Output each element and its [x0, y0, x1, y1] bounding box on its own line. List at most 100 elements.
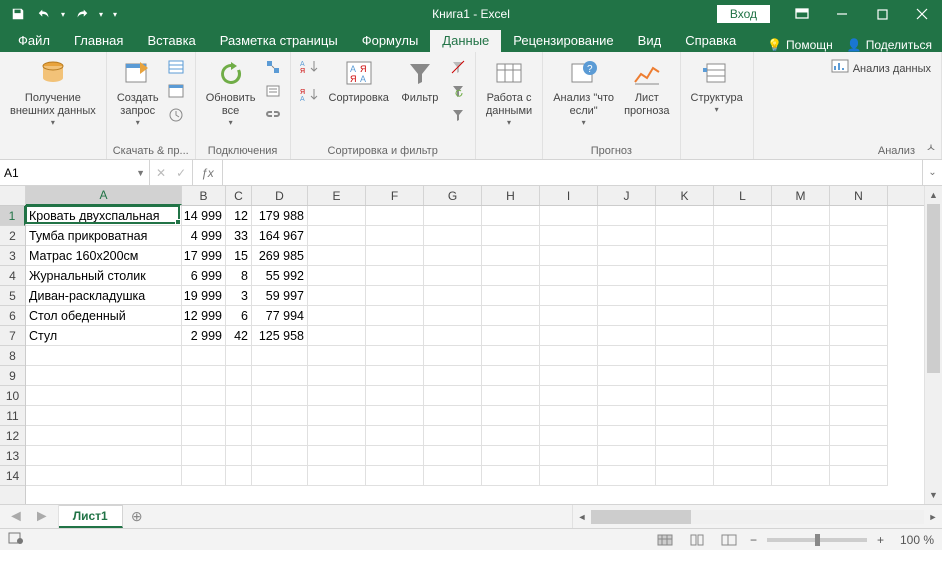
cell-C5[interactable]: 3	[226, 286, 252, 306]
cell-A11[interactable]	[26, 406, 182, 426]
col-header-B[interactable]: B	[182, 186, 226, 205]
cell-I9[interactable]	[540, 366, 598, 386]
filter-button[interactable]: Фильтр	[395, 56, 445, 107]
cell-M8[interactable]	[772, 346, 830, 366]
outline-button[interactable]: Структура ▾	[687, 56, 747, 116]
cell-A5[interactable]: Диван-раскладушка	[26, 286, 182, 306]
fx-label[interactable]: ƒx	[193, 160, 223, 185]
undo-dropdown[interactable]: ▾	[58, 2, 68, 26]
cell-H2[interactable]	[482, 226, 540, 246]
row-header-5[interactable]: 5	[0, 286, 25, 306]
row-header-11[interactable]: 11	[0, 406, 25, 426]
cell-A3[interactable]: Матрас 160х200см	[26, 246, 182, 266]
vertical-scrollbar[interactable]: ▲ ▼	[924, 186, 942, 504]
col-header-A[interactable]: A	[26, 186, 182, 205]
cell-B5[interactable]: 19 999	[182, 286, 226, 306]
row-header-8[interactable]: 8	[0, 346, 25, 366]
row-header-14[interactable]: 14	[0, 466, 25, 486]
cell-F12[interactable]	[366, 426, 424, 446]
tab-справка[interactable]: Справка	[673, 30, 748, 52]
cell-F9[interactable]	[366, 366, 424, 386]
tab-файл[interactable]: Файл	[6, 30, 62, 52]
sort-asc-button[interactable]: АЯ	[297, 56, 323, 78]
cell-E11[interactable]	[308, 406, 366, 426]
cell-E12[interactable]	[308, 426, 366, 446]
cell-G12[interactable]	[424, 426, 482, 446]
sort-button[interactable]: АЯЯА Сортировка	[325, 56, 393, 107]
sheet-tab-active[interactable]: Лист1	[59, 505, 123, 528]
cell-L5[interactable]	[714, 286, 772, 306]
scroll-up-button[interactable]: ▲	[925, 186, 942, 204]
cell-I11[interactable]	[540, 406, 598, 426]
row-header-6[interactable]: 6	[0, 306, 25, 326]
cell-D8[interactable]	[252, 346, 308, 366]
cell-C3[interactable]: 15	[226, 246, 252, 266]
cell-F10[interactable]	[366, 386, 424, 406]
undo-button[interactable]	[32, 2, 56, 26]
cell-M5[interactable]	[772, 286, 830, 306]
cell-N3[interactable]	[830, 246, 888, 266]
redo-dropdown[interactable]: ▾	[96, 2, 106, 26]
cell-J3[interactable]	[598, 246, 656, 266]
cell-G6[interactable]	[424, 306, 482, 326]
view-normal-button[interactable]	[654, 531, 676, 549]
cell-L4[interactable]	[714, 266, 772, 286]
cell-L3[interactable]	[714, 246, 772, 266]
cell-H8[interactable]	[482, 346, 540, 366]
row-header-12[interactable]: 12	[0, 426, 25, 446]
cell-C14[interactable]	[226, 466, 252, 486]
collapse-ribbon-button[interactable]: ㅅ	[926, 139, 936, 155]
cell-B12[interactable]	[182, 426, 226, 446]
cell-H9[interactable]	[482, 366, 540, 386]
vertical-scroll-thumb[interactable]	[927, 204, 940, 373]
cell-G5[interactable]	[424, 286, 482, 306]
col-header-C[interactable]: C	[226, 186, 252, 205]
cell-K2[interactable]	[656, 226, 714, 246]
cell-K11[interactable]	[656, 406, 714, 426]
cell-I3[interactable]	[540, 246, 598, 266]
cell-I6[interactable]	[540, 306, 598, 326]
cell-D7[interactable]: 125 958	[252, 326, 308, 346]
tab-формулы[interactable]: Формулы	[350, 30, 431, 52]
cell-H14[interactable]	[482, 466, 540, 486]
cell-G4[interactable]	[424, 266, 482, 286]
cell-M12[interactable]	[772, 426, 830, 446]
cell-K6[interactable]	[656, 306, 714, 326]
cell-D11[interactable]	[252, 406, 308, 426]
cell-L2[interactable]	[714, 226, 772, 246]
col-header-L[interactable]: L	[714, 186, 772, 205]
cell-N13[interactable]	[830, 446, 888, 466]
cell-A10[interactable]	[26, 386, 182, 406]
cell-L6[interactable]	[714, 306, 772, 326]
cell-D12[interactable]	[252, 426, 308, 446]
cell-D13[interactable]	[252, 446, 308, 466]
cell-K8[interactable]	[656, 346, 714, 366]
advanced-filter-button[interactable]	[447, 104, 469, 126]
cell-D1[interactable]: 179 988	[252, 206, 308, 226]
cell-E6[interactable]	[308, 306, 366, 326]
cell-B14[interactable]	[182, 466, 226, 486]
cell-I14[interactable]	[540, 466, 598, 486]
row-header-4[interactable]: 4	[0, 266, 25, 286]
row-header-2[interactable]: 2	[0, 226, 25, 246]
cell-I12[interactable]	[540, 426, 598, 446]
cell-M7[interactable]	[772, 326, 830, 346]
cell-H1[interactable]	[482, 206, 540, 226]
cell-N10[interactable]	[830, 386, 888, 406]
data-analysis-button[interactable]: Анализ данных	[827, 56, 935, 83]
col-header-G[interactable]: G	[424, 186, 482, 205]
what-if-button[interactable]: ? Анализ "что если" ▾	[549, 56, 618, 129]
cell-N14[interactable]	[830, 466, 888, 486]
cell-H13[interactable]	[482, 446, 540, 466]
cell-J7[interactable]	[598, 326, 656, 346]
cell-A12[interactable]	[26, 426, 182, 446]
cell-I2[interactable]	[540, 226, 598, 246]
cell-N2[interactable]	[830, 226, 888, 246]
cell-L10[interactable]	[714, 386, 772, 406]
cell-E14[interactable]	[308, 466, 366, 486]
cell-C4[interactable]: 8	[226, 266, 252, 286]
cell-E1[interactable]	[308, 206, 366, 226]
cell-H7[interactable]	[482, 326, 540, 346]
scroll-right-button[interactable]: ►	[924, 512, 942, 522]
cell-A7[interactable]: Стул	[26, 326, 182, 346]
